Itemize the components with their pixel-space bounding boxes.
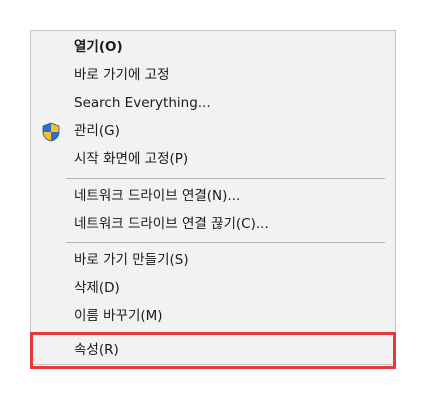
menu-item-pin-to-quick-access[interactable]: 바로 가기에 고정 bbox=[31, 62, 395, 89]
menu-item-rename-label: 이름 바꾸기(M) bbox=[74, 308, 163, 324]
menu-item-create-shortcut[interactable]: 바로 가기 만들기(S) bbox=[31, 247, 395, 274]
menu-item-disconnect-network-drive[interactable]: 네트워크 드라이브 연결 끊기(C)... bbox=[31, 211, 395, 238]
menu-item-search-everything[interactable]: Search Everything... bbox=[31, 90, 395, 117]
menu-item-open[interactable]: 열기(O) bbox=[31, 34, 395, 61]
menu-item-search-everything-label: Search Everything... bbox=[74, 95, 211, 111]
menu-item-map-network-drive[interactable]: 네트워크 드라이브 연결(N)... bbox=[31, 183, 395, 210]
screenshot-canvas: 열기(O) 바로 가기에 고정 Search Everything... 관리(… bbox=[0, 0, 426, 400]
menu-item-manage-label: 관리(G) bbox=[74, 123, 120, 139]
menu-item-delete[interactable]: 삭제(D) bbox=[31, 275, 395, 302]
menu-item-pin-to-quick-access-label: 바로 가기에 고정 bbox=[74, 67, 170, 83]
menu-item-rename[interactable]: 이름 바꾸기(M) bbox=[31, 303, 395, 330]
menu-item-manage[interactable]: 관리(G) bbox=[31, 118, 395, 145]
menu-separator bbox=[66, 178, 385, 179]
context-menu: 열기(O) 바로 가기에 고정 Search Everything... 관리(… bbox=[30, 30, 396, 365]
shield-icon bbox=[42, 122, 60, 142]
menu-separator bbox=[66, 333, 385, 334]
menu-item-create-shortcut-label: 바로 가기 만들기(S) bbox=[74, 252, 189, 268]
menu-item-properties[interactable]: 속성(R) bbox=[31, 337, 395, 364]
menu-item-open-label: 열기(O) bbox=[74, 39, 123, 55]
menu-item-map-network-drive-label: 네트워크 드라이브 연결(N)... bbox=[74, 188, 241, 204]
menu-item-properties-label: 속성(R) bbox=[74, 342, 119, 358]
menu-item-pin-to-start[interactable]: 시작 화면에 고정(P) bbox=[31, 146, 395, 173]
menu-separator bbox=[66, 242, 385, 243]
menu-item-pin-to-start-label: 시작 화면에 고정(P) bbox=[74, 151, 189, 167]
menu-item-delete-label: 삭제(D) bbox=[74, 280, 120, 296]
menu-item-disconnect-network-drive-label: 네트워크 드라이브 연결 끊기(C)... bbox=[74, 216, 269, 232]
